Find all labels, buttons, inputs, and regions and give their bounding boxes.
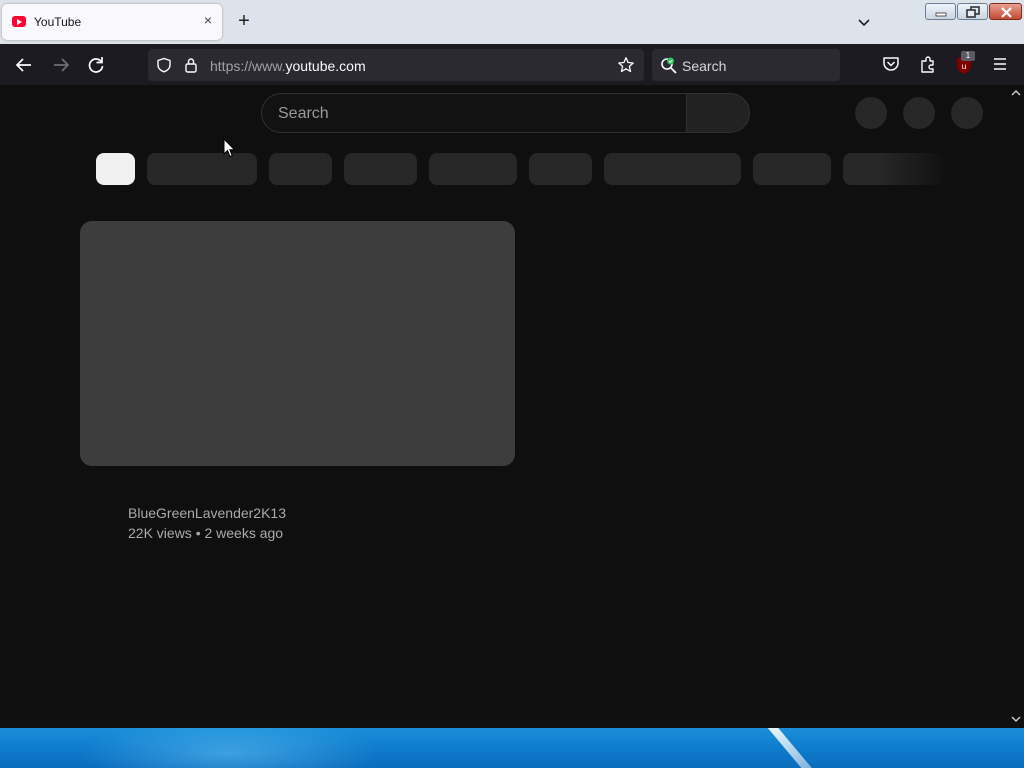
close-window-button[interactable] — [989, 3, 1022, 20]
scroll-up-arrow-icon[interactable] — [1010, 87, 1022, 99]
reload-icon[interactable] — [85, 54, 107, 76]
lock-icon[interactable] — [184, 57, 198, 73]
video-channel-name[interactable]: BlueGreenLavender2K13 — [128, 505, 286, 521]
avatar-placeholder[interactable] — [951, 97, 983, 129]
youtube-search-placeholder: Search — [278, 105, 329, 122]
mouse-cursor-icon — [223, 138, 236, 158]
menu-icon[interactable] — [991, 56, 1009, 72]
forward-icon[interactable] — [50, 54, 72, 76]
minimize-button[interactable] — [925, 3, 956, 20]
close-icon — [1001, 7, 1012, 18]
chip-bar-fade — [880, 151, 950, 187]
filter-chip[interactable] — [269, 153, 332, 185]
header-button-placeholder[interactable] — [903, 97, 935, 129]
url-text[interactable]: https://www.youtube.com — [210, 58, 366, 74]
video-metadata: 22K views • 2 weeks ago — [128, 525, 284, 541]
filter-chip[interactable] — [604, 153, 741, 185]
scroll-down-arrow-icon[interactable] — [1010, 713, 1022, 725]
tab-youtube[interactable]: YouTube × — [2, 4, 222, 40]
youtube-search-button[interactable] — [686, 93, 750, 133]
chevron-down-icon[interactable] — [856, 14, 872, 30]
header-button-placeholder[interactable] — [855, 97, 887, 129]
filter-chip-active[interactable] — [96, 153, 135, 185]
svg-text:u: u — [961, 62, 966, 71]
shield-icon[interactable] — [156, 57, 172, 73]
navigation-toolbar: https://www.youtube.com Search u 1 — [0, 44, 1024, 85]
url-domain: youtube.com — [285, 58, 366, 74]
pocket-icon[interactable] — [882, 55, 900, 73]
ublock-count-badge: 1 — [961, 51, 975, 61]
video-thumbnail-placeholder[interactable] — [80, 221, 515, 466]
filter-chip[interactable] — [529, 153, 592, 185]
youtube-favicon-icon — [12, 16, 26, 27]
tab-title: YouTube — [34, 15, 82, 29]
restore-button[interactable] — [957, 3, 988, 20]
filter-chip[interactable] — [753, 153, 831, 185]
youtube-search-input[interactable]: Search — [261, 93, 687, 133]
tab-close-button[interactable]: × — [200, 12, 216, 28]
back-icon[interactable] — [13, 54, 35, 76]
tab-strip: YouTube × + — [0, 0, 1024, 44]
star-icon[interactable] — [617, 56, 635, 74]
browser-search-placeholder: Search — [682, 58, 727, 74]
browser-search-bar[interactable]: Search — [652, 49, 840, 81]
filter-chip[interactable] — [429, 153, 517, 185]
desktop-wallpaper — [0, 728, 1024, 768]
search-engine-icon — [661, 57, 677, 74]
extensions-icon[interactable] — [919, 55, 937, 73]
youtube-page: Search BlueGreenLavender2K13 22K views •… — [0, 85, 1024, 728]
restore-icon — [966, 6, 980, 18]
wallpaper-streak — [762, 728, 826, 768]
new-tab-button[interactable]: + — [234, 11, 254, 32]
url-prefix: https://www. — [210, 58, 286, 74]
filter-chip[interactable] — [147, 153, 257, 185]
minimize-icon — [935, 12, 947, 17]
wallpaper-glow — [80, 728, 380, 768]
address-bar[interactable]: https://www.youtube.com — [148, 49, 644, 81]
filter-chip[interactable] — [344, 153, 417, 185]
